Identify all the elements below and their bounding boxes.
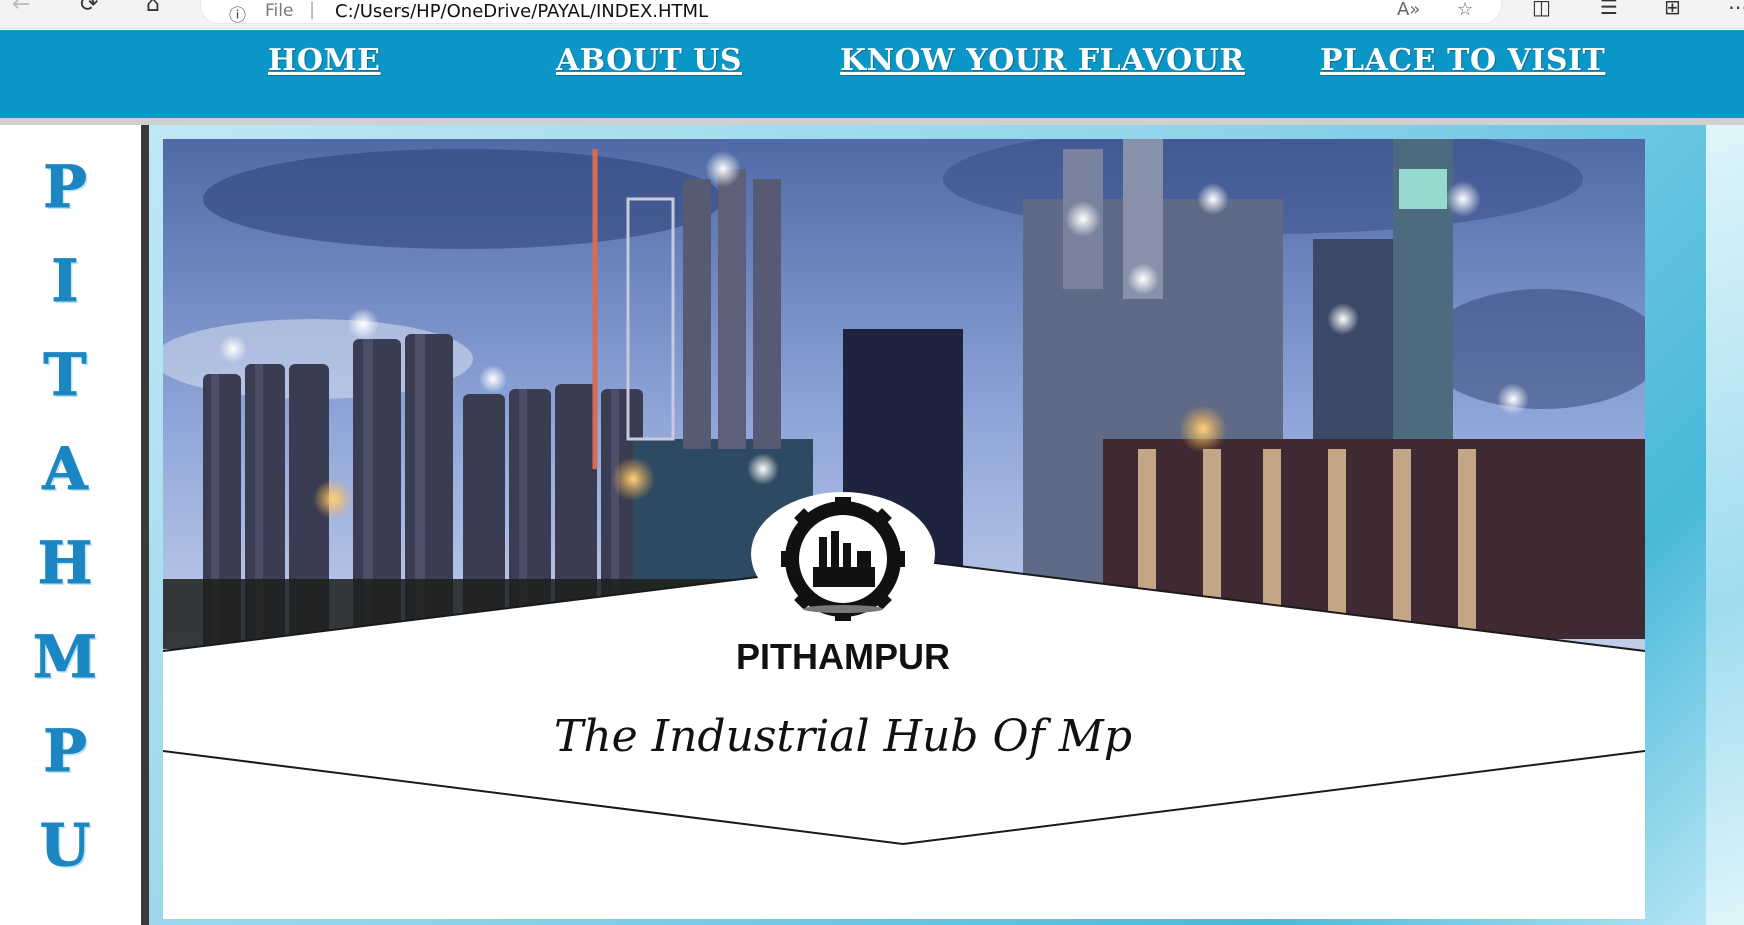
collections-icon[interactable]: ⊞ (1664, 0, 1681, 18)
title-letter: H (37, 529, 93, 598)
info-icon[interactable]: ⓘ (229, 1, 246, 26)
split-screen-icon[interactable]: ◫ (1532, 0, 1551, 18)
back-arrow-icon[interactable]: ← (12, 0, 30, 16)
address-bar[interactable]: ⓘ File | C:/Users/HP/OneDrive/PAYAL/INDE… (200, 0, 1502, 26)
address-separator: | (309, 0, 316, 20)
address-file-label: File (265, 1, 294, 21)
site-navbar: HOME ABOUT US KNOW YOUR FLAVOUR PLACE TO… (0, 30, 1744, 125)
title-letter: T (43, 341, 87, 410)
browser-toolbar: ← ⟳ ⌂ ⓘ File | C:/Users/HP/OneDrive/PAYA… (0, 0, 1744, 29)
banner-title: PITHAMPUR (736, 636, 950, 677)
nav-home-link[interactable]: HOME (268, 43, 381, 78)
share-icon[interactable]: ⋯ (1728, 0, 1744, 18)
nav-about-us-link[interactable]: ABOUT US (556, 43, 742, 78)
favorite-star-icon[interactable]: ☆ (1457, 0, 1473, 20)
refresh-icon[interactable]: ⟳ (80, 0, 98, 16)
nav-place-to-visit-link[interactable]: PLACE TO VISIT (1320, 43, 1605, 78)
title-letter: U (39, 811, 91, 880)
title-letter: A (42, 435, 88, 504)
pithampur-banner-image: PITHAMPUR The Industrial Hub Of Mp (163, 139, 1645, 919)
read-aloud-icon[interactable]: A» (1397, 0, 1420, 20)
title-letter: I (51, 247, 79, 316)
favorites-list-icon[interactable]: ☰ (1600, 0, 1618, 18)
address-url[interactable]: C:/Users/HP/OneDrive/PAYAL/INDEX.HTML (335, 1, 708, 22)
title-letter: P (43, 153, 88, 222)
gear-factory-emblem-icon (781, 497, 905, 621)
title-letter: M (32, 623, 98, 692)
title-letter: P (43, 717, 88, 786)
vertical-site-title: P I T A H M P U (0, 125, 149, 925)
decorative-right-strip (1706, 125, 1744, 925)
home-icon[interactable]: ⌂ (146, 0, 160, 16)
banner-tagline: The Industrial Hub Of Mp (554, 711, 1132, 762)
industrial-skyline-illustration: PITHAMPUR The Industrial Hub Of Mp (163, 139, 1645, 919)
nav-know-your-flavour-link[interactable]: KNOW YOUR FLAVOUR (840, 43, 1245, 78)
